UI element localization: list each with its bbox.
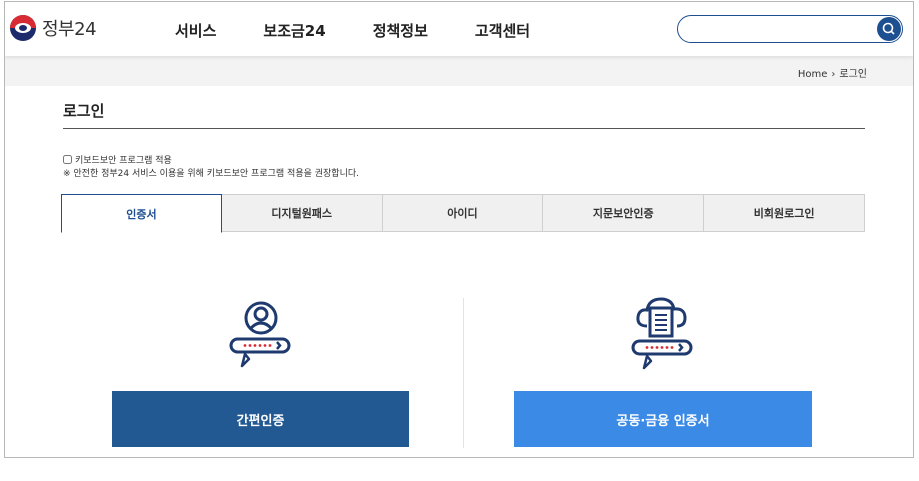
person-key-icon <box>225 298 297 374</box>
security-notice: ※ 안전한 정부24 서비스 이용을 위해 키보드보안 프로그램 적용을 권장합… <box>63 169 360 179</box>
keyboard-security-option: 키보드보안 프로그램 적용 <box>63 153 172 166</box>
keyboard-security-checkbox[interactable] <box>63 155 72 164</box>
breadcrumb-bar: Home › 로그인 <box>5 56 913 86</box>
search-icon <box>882 22 895 35</box>
site-logo[interactable]: 정부24 <box>10 15 97 41</box>
page-title: 로그인 <box>63 102 105 120</box>
tab-digital-onepass[interactable]: 디지털원패스 <box>221 194 383 232</box>
options-divider <box>463 298 464 448</box>
cloud-document-key-icon <box>627 294 699 374</box>
taegeuk-logo-icon <box>10 15 36 41</box>
tab-certificate[interactable]: 인증서 <box>61 194 222 233</box>
nav-item-subsidy[interactable]: 보조금24 <box>263 20 325 41</box>
site-header: 정부24 서비스 보조금24 정책정보 고객센터 <box>5 2 913 56</box>
joint-certificate-button[interactable]: 공동·금융 인증서 <box>514 391 812 447</box>
search-box <box>677 15 903 43</box>
nav-item-policy[interactable]: 정책정보 <box>373 20 428 41</box>
simple-auth-button[interactable]: 간편인증 <box>112 391 409 447</box>
breadcrumb: Home › 로그인 <box>798 65 867 80</box>
breadcrumb-separator: › <box>831 69 836 80</box>
browser-frame: 정부24 서비스 보조금24 정책정보 고객센터 Home › 로그인 로그인 키보… <box>4 1 914 458</box>
breadcrumb-home[interactable]: Home <box>798 69 828 80</box>
global-nav: 서비스 보조금24 정책정보 고객센터 <box>175 20 577 41</box>
search-button[interactable] <box>877 17 901 41</box>
title-divider <box>63 128 865 129</box>
tab-fingerprint[interactable]: 지문보안인증 <box>543 194 705 232</box>
login-tabs: 인증서 디지털원패스 아이디 지문보안인증 비회원로그인 <box>61 194 865 233</box>
logo-text: 정부24 <box>42 19 97 40</box>
tab-id[interactable]: 아이디 <box>382 194 544 232</box>
nav-item-services[interactable]: 서비스 <box>175 20 216 41</box>
search-input[interactable] <box>692 21 872 38</box>
breadcrumb-current: 로그인 <box>839 69 867 80</box>
tab-guest-login[interactable]: 비회원로그인 <box>704 194 865 232</box>
keyboard-security-label: 키보드보안 프로그램 적용 <box>75 156 172 166</box>
nav-item-support[interactable]: 고객센터 <box>475 20 530 41</box>
